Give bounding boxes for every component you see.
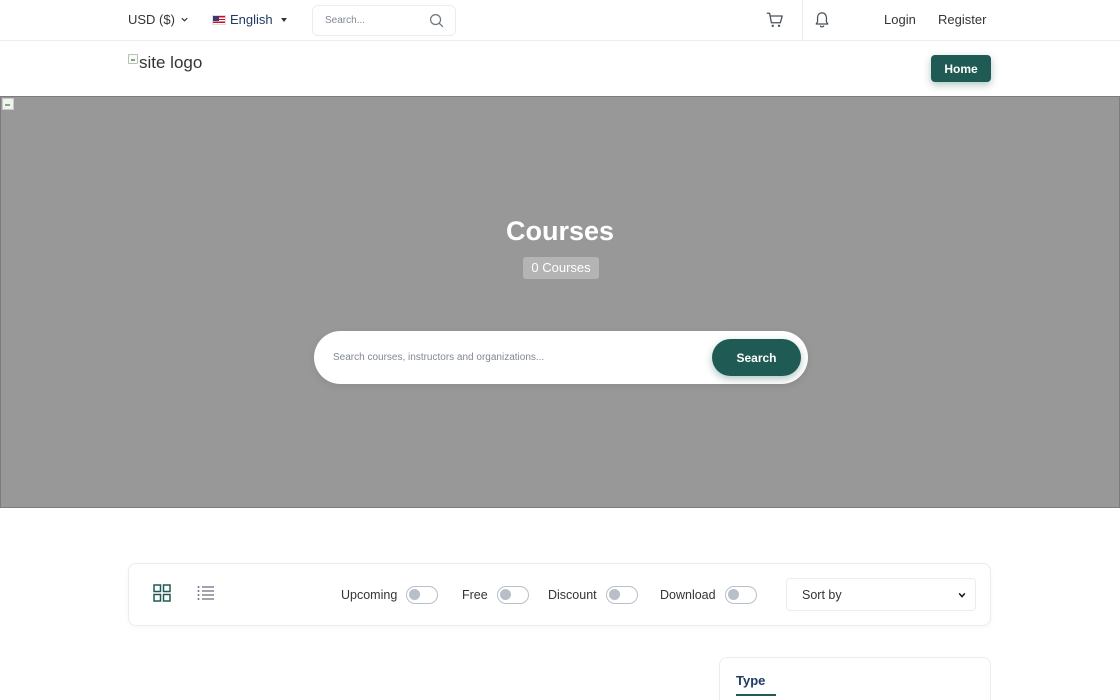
list-view-icon[interactable]: [197, 585, 215, 601]
login-link[interactable]: Login: [884, 12, 916, 27]
course-count-badge: 0 Courses: [523, 257, 599, 279]
sort-select-value: Sort by: [802, 587, 842, 602]
hero-search-button[interactable]: Search: [712, 339, 801, 376]
hero-search-input[interactable]: [333, 343, 703, 372]
language-label: English: [230, 12, 273, 27]
filter-discount: Discount: [548, 564, 638, 625]
filter-download: Download: [660, 564, 757, 625]
header-search-input[interactable]: [313, 6, 423, 35]
filter-free-label: Free: [462, 587, 488, 602]
search-icon[interactable]: [429, 13, 444, 28]
filter-download-label: Download: [660, 587, 716, 602]
hero-banner: Courses 0 Courses Search: [0, 96, 1120, 508]
divider: [802, 0, 803, 40]
hero-search-bar: Search: [314, 331, 808, 384]
language-selector[interactable]: English: [212, 12, 287, 27]
main-navbar: site logo Home: [0, 41, 1120, 96]
caret-down-icon: [280, 17, 287, 22]
currency-selector[interactable]: USD ($): [128, 12, 189, 27]
free-toggle[interactable]: [496, 585, 529, 604]
filter-upcoming-label: Upcoming: [341, 587, 398, 602]
sort-select[interactable]: Sort by: [786, 578, 976, 611]
currency-label: USD ($): [128, 12, 175, 27]
type-filter-card: Type: [719, 657, 991, 700]
us-flag-icon: [212, 14, 226, 25]
filter-bar: Upcoming Free Discount Download Sort by: [128, 563, 991, 626]
discount-toggle[interactable]: [605, 585, 638, 604]
header-search: [312, 5, 456, 36]
logo-alt-text: site logo: [139, 53, 203, 72]
type-filter-title: Type: [736, 673, 766, 688]
title-underline: [736, 694, 776, 696]
broken-image-icon: [2, 98, 14, 110]
filter-upcoming: Upcoming: [341, 564, 439, 625]
filter-free: Free: [462, 564, 529, 625]
broken-image-icon: [128, 54, 138, 64]
download-toggle[interactable]: [724, 585, 757, 604]
grid-view-icon[interactable]: [153, 584, 171, 602]
bell-icon[interactable]: [814, 11, 830, 29]
home-button[interactable]: Home: [931, 55, 991, 82]
cart-icon[interactable]: [766, 11, 784, 29]
site-logo[interactable]: site logo: [128, 53, 202, 73]
chevron-down-icon: [181, 17, 188, 22]
register-link[interactable]: Register: [938, 12, 986, 27]
filter-discount-label: Discount: [548, 587, 597, 602]
top-bar: USD ($) English Login Register: [0, 0, 1120, 41]
upcoming-toggle[interactable]: [406, 585, 439, 604]
chevron-down-icon: [958, 592, 966, 598]
page-title: Courses: [505, 216, 615, 246]
